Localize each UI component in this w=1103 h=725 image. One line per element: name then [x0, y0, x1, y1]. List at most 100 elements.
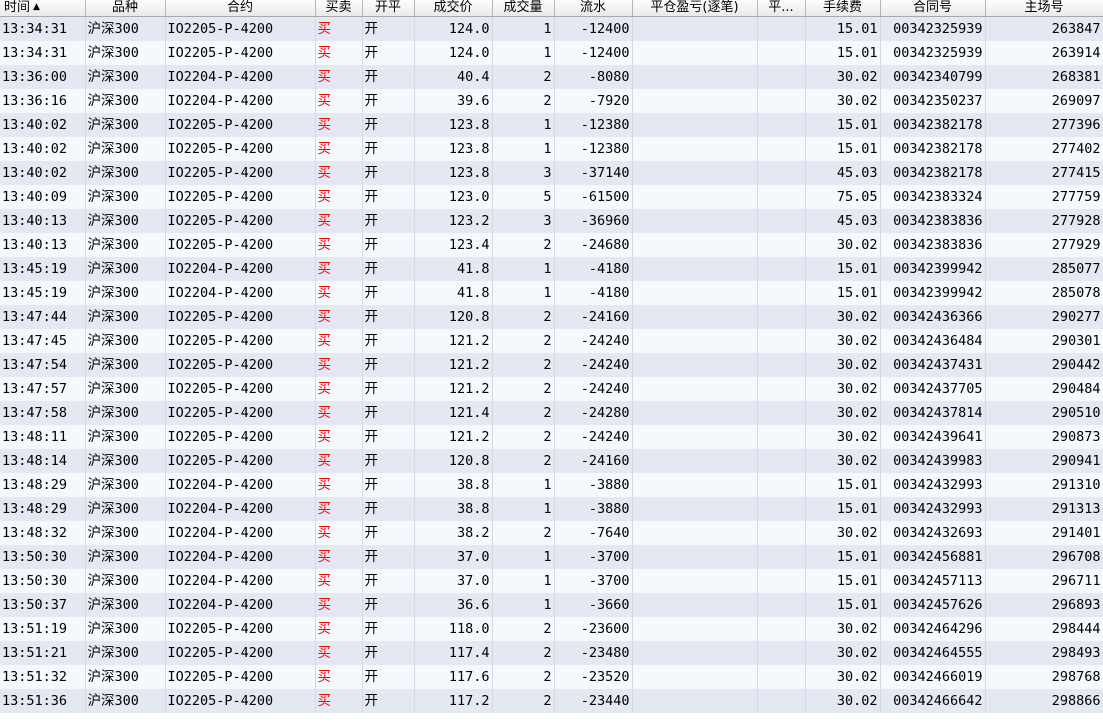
cell-price: 118.0	[414, 616, 493, 641]
cell-contract: IO2205-P-4200	[165, 112, 316, 137]
table-row[interactable]: 13:40:02 沪深300 IO2205-P-4200 买开 123.8 3 -37140…	[0, 160, 1103, 185]
cell-cash: -7920	[554, 88, 633, 113]
cell-openclose: 开	[362, 232, 415, 257]
table-row[interactable]: 13:48:14 沪深300 IO2205-P-4200 买开 120.8 2 -24160…	[0, 448, 1103, 473]
table-row[interactable]: 13:50:30 沪深300 IO2204-P-4200 买开 37.0 1 -3700 15…	[0, 568, 1103, 593]
table-row[interactable]: 13:50:37 沪深300 IO2204-P-4200 买开 36.6 1 -3660 15…	[0, 592, 1103, 617]
cell-fee: 45.03	[805, 208, 881, 233]
cell-deal: 277928	[985, 208, 1103, 233]
cell-openclose: 开	[362, 496, 415, 521]
cell-cash: -4180	[554, 280, 633, 305]
cell-time: 13:34:31	[0, 16, 86, 41]
table-row[interactable]: 13:40:13 沪深300 IO2205-P-4200 买开 123.2 3 -36960…	[0, 208, 1103, 233]
table-row[interactable]: 13:47:44 沪深300 IO2205-P-4200 买开 120.8 2 -24160…	[0, 304, 1103, 329]
column-header-label: 成交量	[503, 0, 543, 15]
table-row[interactable]: 13:48:29 沪深300 IO2204-P-4200 买开 38.8 1 -3880 15…	[0, 496, 1103, 521]
cell-volume: 2	[492, 88, 555, 113]
cell-product: 沪深300	[85, 64, 166, 89]
cell-order: 00342437814	[880, 400, 986, 425]
cell-pnl	[632, 256, 758, 281]
cell-openclose: 开	[362, 160, 415, 185]
cell-pnl	[632, 640, 758, 665]
column-header-time[interactable]: 时间 ▲	[0, 0, 86, 17]
cell-product: 沪深300	[85, 592, 166, 617]
cell-product: 沪深300	[85, 40, 166, 65]
cell-fee: 30.02	[805, 424, 881, 449]
cell-product: 沪深300	[85, 304, 166, 329]
column-header-label: 平仓盈亏(逐笔)	[650, 0, 739, 15]
table-row[interactable]: 13:51:36 沪深300 IO2205-P-4200 买开 117.2 2 -23440…	[0, 688, 1103, 713]
column-header-side[interactable]: 买卖	[315, 0, 363, 17]
cell-time: 13:34:31	[0, 40, 86, 65]
cell-time: 13:36:00	[0, 64, 86, 89]
cell-price: 124.0	[414, 40, 493, 65]
cell-time: 13:51:36	[0, 688, 86, 713]
column-header-cash[interactable]: 流水	[554, 0, 633, 17]
table-row[interactable]: 13:48:11 沪深300 IO2205-P-4200 买开 121.2 2 -24240…	[0, 424, 1103, 449]
table-row[interactable]: 13:40:13 沪深300 IO2205-P-4200 买开 123.4 2 -24680…	[0, 232, 1103, 257]
cell-time: 13:40:13	[0, 208, 86, 233]
cell-fee: 30.02	[805, 352, 881, 377]
column-header-pnl[interactable]: 平仓盈亏(逐笔)	[632, 0, 758, 17]
cell-pnl	[632, 520, 758, 545]
column-header-product[interactable]: 品种	[85, 0, 166, 17]
table-row[interactable]: 13:47:57 沪深300 IO2205-P-4200 买开 121.2 2 -24240…	[0, 376, 1103, 401]
cell-pnl	[632, 544, 758, 569]
table-row[interactable]: 13:34:31 沪深300 IO2205-P-4200 买开 124.0 1 -12400…	[0, 16, 1103, 41]
table-row[interactable]: 13:36:16 沪深300 IO2204-P-4200 买开 39.6 2 -7920 30…	[0, 88, 1103, 113]
cell-cash: -8080	[554, 64, 633, 89]
column-header-openclose[interactable]: 开平	[362, 0, 415, 17]
cell-price: 121.2	[414, 352, 493, 377]
cell-side: 买	[315, 400, 363, 425]
cell-cash: -12380	[554, 112, 633, 137]
table-row[interactable]: 13:34:31 沪深300 IO2205-P-4200 买开 124.0 1 -12400…	[0, 40, 1103, 65]
table-row[interactable]: 13:40:09 沪深300 IO2205-P-4200 买开 123.0 5 -61500…	[0, 184, 1103, 209]
column-header-fee[interactable]: 手续费	[805, 0, 881, 17]
cell-fee: 15.01	[805, 16, 881, 41]
table-row[interactable]: 13:45:19 沪深300 IO2204-P-4200 买开 41.8 1 -4180 15…	[0, 256, 1103, 281]
cell-time: 13:48:32	[0, 520, 86, 545]
column-header-order[interactable]: 合同号	[880, 0, 986, 17]
cell-volume: 2	[492, 688, 555, 713]
cell-cash: -3880	[554, 496, 633, 521]
table-row[interactable]: 13:45:19 沪深300 IO2204-P-4200 买开 41.8 1 -4180 15…	[0, 280, 1103, 305]
cell-order: 00342439983	[880, 448, 986, 473]
table-row[interactable]: 13:51:19 沪深300 IO2205-P-4200 买开 118.0 2 -23600…	[0, 616, 1103, 641]
table-row[interactable]: 13:48:32 沪深300 IO2204-P-4200 买开 38.2 2 -7640 30…	[0, 520, 1103, 545]
cell-deal: 298768	[985, 664, 1103, 689]
table-row[interactable]: 13:51:21 沪深300 IO2205-P-4200 买开 117.4 2 -23480…	[0, 640, 1103, 665]
column-header-ph[interactable]: 平...	[757, 0, 806, 17]
table-row[interactable]: 13:36:00 沪深300 IO2204-P-4200 买开 40.4 2 -8080 30…	[0, 64, 1103, 89]
cell-order: 00342457113	[880, 568, 986, 593]
column-header-volume[interactable]: 成交量	[492, 0, 555, 17]
table-row[interactable]: 13:47:45 沪深300 IO2205-P-4200 买开 121.2 2 -24240…	[0, 328, 1103, 353]
cell-ph	[757, 592, 806, 617]
column-header-label: 时间	[4, 0, 31, 15]
cell-ph	[757, 640, 806, 665]
column-header-price[interactable]: 成交价	[414, 0, 493, 17]
table-row[interactable]: 13:40:02 沪深300 IO2205-P-4200 买开 123.8 1 -12380…	[0, 136, 1103, 161]
cell-fee: 30.02	[805, 88, 881, 113]
cell-cash: -3700	[554, 544, 633, 569]
cell-pnl	[632, 496, 758, 521]
cell-fee: 15.01	[805, 40, 881, 65]
table-row[interactable]: 13:48:29 沪深300 IO2204-P-4200 买开 38.8 1 -3880 15…	[0, 472, 1103, 497]
table-row[interactable]: 13:50:30 沪深300 IO2204-P-4200 买开 37.0 1 -3700 15…	[0, 544, 1103, 569]
cell-time: 13:40:02	[0, 160, 86, 185]
cell-pnl	[632, 400, 758, 425]
cell-cash: -7640	[554, 520, 633, 545]
cell-contract: IO2205-P-4200	[165, 448, 316, 473]
cell-contract: IO2205-P-4200	[165, 16, 316, 41]
table-row[interactable]: 13:40:02 沪深300 IO2205-P-4200 买开 123.8 1 -12380…	[0, 112, 1103, 137]
cell-order: 00342325939	[880, 16, 986, 41]
column-header-deal[interactable]: 主场号	[985, 0, 1103, 17]
table-row[interactable]: 13:47:54 沪深300 IO2205-P-4200 买开 121.2 2 -24240…	[0, 352, 1103, 377]
cell-price: 120.8	[414, 304, 493, 329]
table-row[interactable]: 13:47:58 沪深300 IO2205-P-4200 买开 121.4 2 -24280…	[0, 400, 1103, 425]
column-header-contract[interactable]: 合约	[165, 0, 316, 17]
table-row[interactable]: 13:51:32 沪深300 IO2205-P-4200 买开 117.6 2 -23520…	[0, 664, 1103, 689]
cell-pnl	[632, 592, 758, 617]
cell-side: 买	[315, 664, 363, 689]
cell-fee: 30.02	[805, 448, 881, 473]
cell-fee: 15.01	[805, 544, 881, 569]
